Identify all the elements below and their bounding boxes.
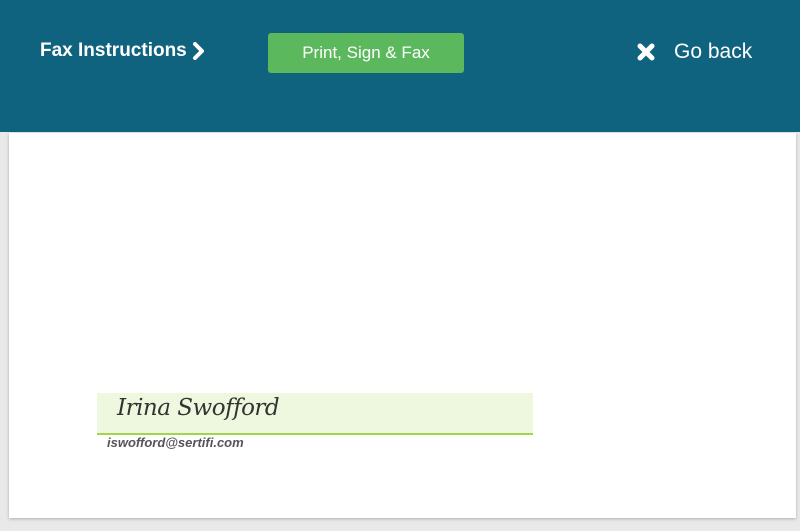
print-sign-fax-button[interactable]: Print, Sign & Fax xyxy=(268,33,464,73)
chevron-right-icon xyxy=(192,42,208,60)
signature: Irina Swofford xyxy=(117,395,280,421)
header-bar: Fax Instructions Print, Sign & Fax Go ba… xyxy=(0,0,800,132)
breadcrumb: Fax Instructions xyxy=(40,38,208,64)
close-icon xyxy=(636,42,656,62)
go-back-label: Go back xyxy=(674,40,753,63)
page-title: Fax Instructions xyxy=(40,40,187,61)
signature-field: Irina Swofford xyxy=(97,393,533,435)
go-back-button[interactable]: Go back xyxy=(636,38,752,66)
fax-instructions-page: Fax Instructions Print, Sign & Fax Go ba… xyxy=(0,0,800,531)
document-preview xyxy=(9,133,796,518)
signer-email: iswofford@sertifi.com xyxy=(107,435,244,450)
